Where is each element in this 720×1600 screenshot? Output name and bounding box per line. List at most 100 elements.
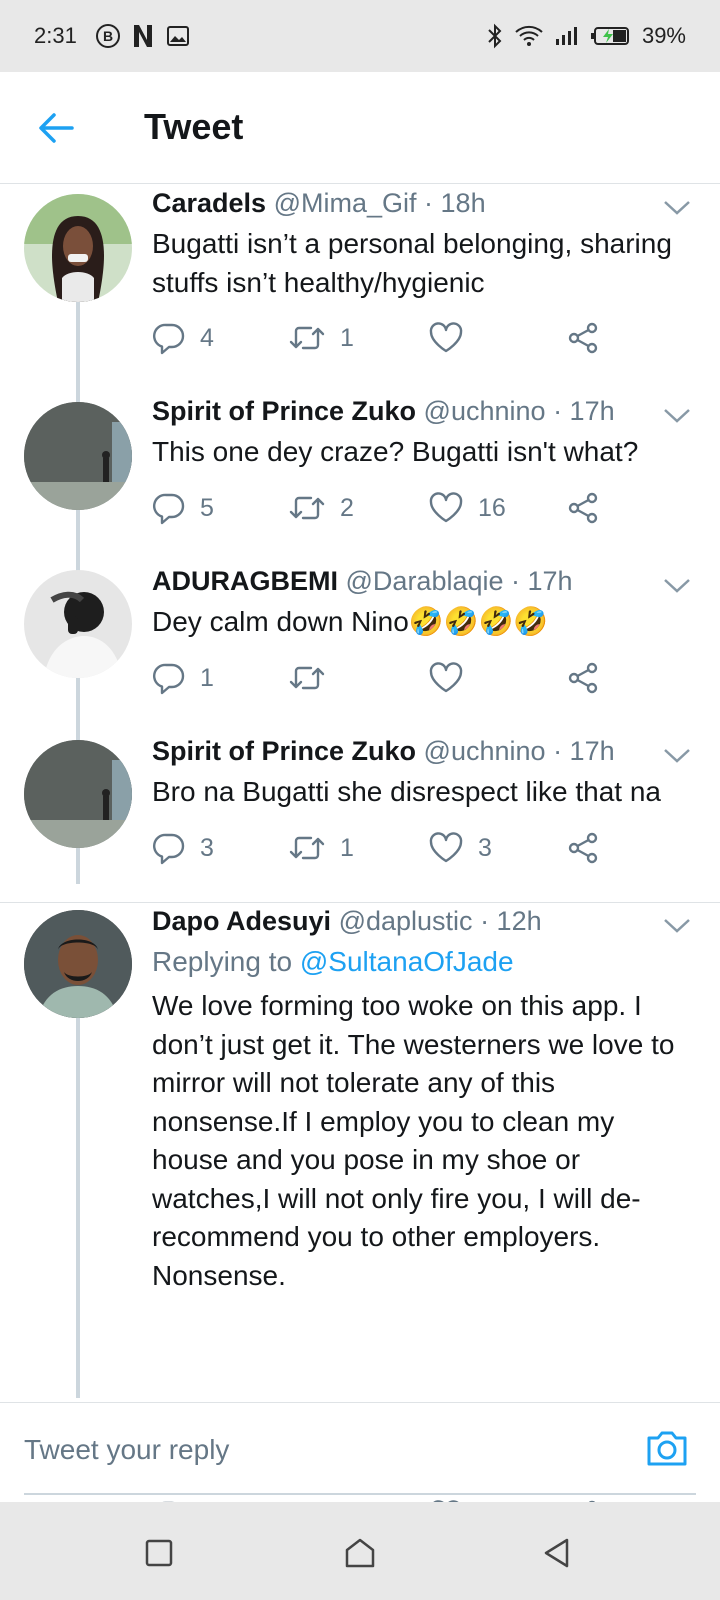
tweet-time: · 17h xyxy=(553,396,615,426)
reply-button[interactable]: 1 xyxy=(152,658,214,698)
back-button[interactable] xyxy=(36,108,76,148)
page-title: Tweet xyxy=(144,106,244,147)
chevron-down-icon[interactable] xyxy=(662,576,692,596)
share-button[interactable] xyxy=(566,658,600,698)
user-name[interactable]: Dapo Adesuyi xyxy=(152,906,331,936)
like-button[interactable]: 16 xyxy=(428,488,506,528)
user-name[interactable]: Spirit of Prince Zuko xyxy=(152,396,416,426)
heart-icon xyxy=(429,322,463,353)
retweet-icon xyxy=(289,666,325,690)
share-button[interactable] xyxy=(566,828,600,868)
retweet-count: 1 xyxy=(340,833,354,862)
share-button[interactable] xyxy=(566,318,600,358)
avatar[interactable] xyxy=(24,570,132,678)
avatar[interactable] xyxy=(24,402,132,510)
chevron-down-icon[interactable] xyxy=(662,198,692,218)
tweet-text: We love forming too woke on this app. I … xyxy=(152,990,675,1291)
reply-icon xyxy=(153,663,185,695)
tweet-text: Bugatti isn’t a personal belonging, shar… xyxy=(152,228,672,298)
reply-button[interactable]: 3 xyxy=(152,828,214,868)
camera-icon[interactable] xyxy=(644,1425,690,1471)
like-count: 3 xyxy=(478,833,492,862)
retweet-icon xyxy=(289,326,325,350)
user-name[interactable]: Caradels xyxy=(152,188,266,218)
status-time: 2:31 xyxy=(34,23,77,48)
user-handle[interactable]: @uchnino xyxy=(424,396,546,426)
wifi-icon xyxy=(514,23,544,49)
status-left: 2:31 B xyxy=(34,23,191,49)
user-handle[interactable]: @uchnino xyxy=(424,736,546,766)
chevron-down-icon[interactable] xyxy=(662,916,692,936)
reply-icon xyxy=(153,833,185,865)
share-icon xyxy=(568,322,598,354)
share-icon xyxy=(568,662,598,694)
heart-icon xyxy=(429,492,463,523)
chevron-down-icon[interactable] xyxy=(662,746,692,766)
tweet-header: ADURAGBEMI @Darablaqie · 17h xyxy=(152,566,696,597)
b-badge-icon: B xyxy=(95,23,121,49)
netflix-n-icon xyxy=(131,23,155,49)
recents-icon[interactable] xyxy=(142,1536,176,1570)
chevron-down-icon[interactable] xyxy=(662,406,692,426)
status-bar: 2:31 B 39% xyxy=(0,0,720,72)
user-name[interactable]: Spirit of Prince Zuko xyxy=(152,736,416,766)
reply-composer xyxy=(0,1402,720,1498)
divider xyxy=(0,902,720,903)
share-button[interactable] xyxy=(566,488,600,528)
battery-percent: 39% xyxy=(641,23,686,48)
tweet-actions: 4 1 xyxy=(152,318,612,358)
gallery-icon xyxy=(165,23,191,49)
tweet-actions: 5 2 16 xyxy=(152,488,612,528)
reply-count: 3 xyxy=(200,833,214,862)
avatar[interactable] xyxy=(24,910,132,1018)
avatar[interactable] xyxy=(24,740,132,848)
system-nav-bar xyxy=(0,1502,720,1600)
replying-to-mention[interactable]: @SultanaOfJade xyxy=(300,946,514,977)
tweet-header: Spirit of Prince Zuko @uchnino · 17h xyxy=(152,736,696,767)
reply-button[interactable]: 5 xyxy=(152,488,214,528)
tweet-time: · 17h xyxy=(511,566,573,596)
share-icon xyxy=(568,492,598,524)
reply-input[interactable] xyxy=(24,1421,604,1479)
reply-count: 1 xyxy=(200,663,214,692)
svg-text:B: B xyxy=(103,28,113,44)
reply-count: 4 xyxy=(200,323,214,352)
replying-to-prefix: Replying to xyxy=(152,946,293,977)
user-handle[interactable]: @Mima_Gif xyxy=(274,188,417,218)
back-nav-icon[interactable] xyxy=(540,1536,574,1570)
signal-icon xyxy=(554,23,580,49)
retweet-button[interactable]: 1 xyxy=(288,828,354,868)
tweet-text: This one dey craze? Bugatti isn't what? xyxy=(152,436,639,467)
retweet-icon xyxy=(289,496,325,520)
tweet-time: · 12h xyxy=(480,906,542,936)
retweet-button[interactable]: 2 xyxy=(288,488,354,528)
retweet-count: 1 xyxy=(340,323,354,352)
user-handle[interactable]: @daplustic xyxy=(339,906,473,936)
like-button[interactable] xyxy=(428,318,478,358)
tweet-time: · 18h xyxy=(424,188,486,218)
thread-line xyxy=(76,1018,80,1398)
share-icon xyxy=(568,832,598,864)
reply-icon xyxy=(153,493,185,525)
like-count: 16 xyxy=(478,493,506,522)
tweet-time: · 17h xyxy=(553,736,615,766)
tweet-header: Caradels @Mima_Gif · 18h xyxy=(152,188,696,219)
reply-button[interactable]: 4 xyxy=(152,318,214,358)
reply-icon xyxy=(153,323,185,355)
tweet-header: Spirit of Prince Zuko @uchnino · 17h xyxy=(152,396,696,427)
reply-underline xyxy=(24,1493,696,1495)
user-name[interactable]: ADURAGBEMI xyxy=(152,566,338,596)
avatar[interactable] xyxy=(24,194,132,302)
retweet-button[interactable]: 1 xyxy=(288,318,354,358)
reply-count: 5 xyxy=(200,493,214,522)
tweet-text: Bro na Bugatti she disrespect like that … xyxy=(152,776,661,807)
replying-to: Replying to @SultanaOfJade xyxy=(152,946,514,978)
tweet-header: Dapo Adesuyi @daplustic · 12h xyxy=(152,906,696,937)
home-icon[interactable] xyxy=(343,1536,377,1570)
battery-charging-icon xyxy=(590,23,632,49)
like-button[interactable] xyxy=(428,658,478,698)
status-right: 39% xyxy=(486,23,686,49)
user-handle[interactable]: @Darablaqie xyxy=(346,566,504,596)
retweet-button[interactable] xyxy=(288,658,340,698)
like-button[interactable]: 3 xyxy=(428,828,492,868)
